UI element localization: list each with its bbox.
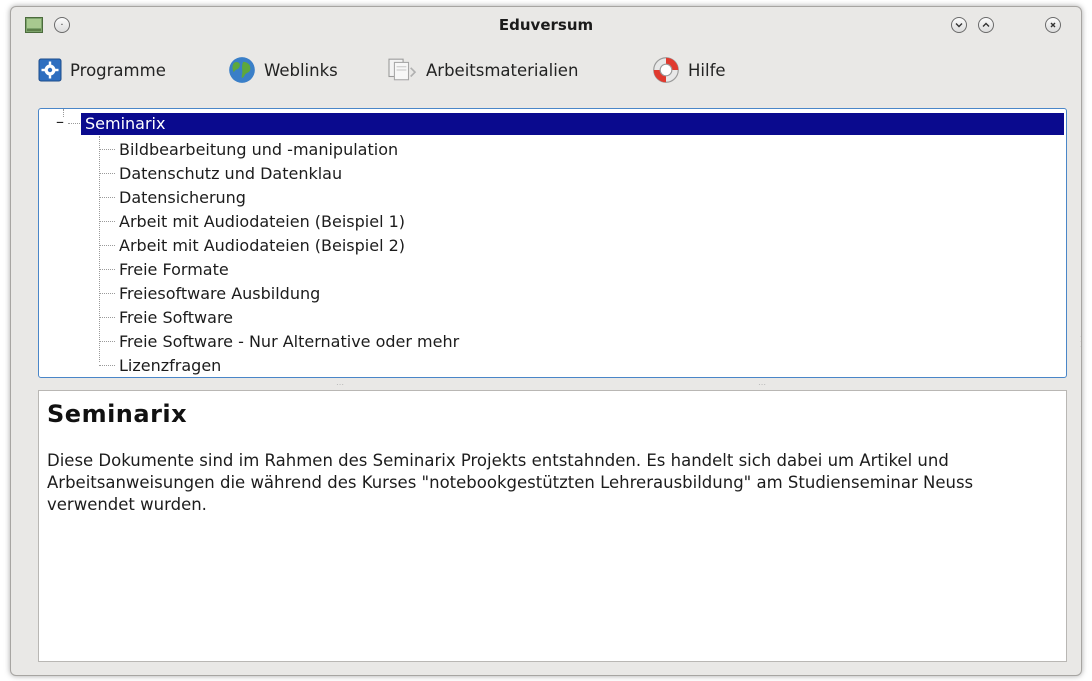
document-body: Diese Dokumente sind im Rahmen des Semin… (47, 451, 974, 514)
document-heading: Seminarix (47, 400, 188, 428)
topic-tree[interactable]: – Seminarix Bildbearbeitung und -manipul… (38, 108, 1067, 378)
tree-item-label: Freie Software - Nur Alternative oder me… (119, 331, 460, 351)
resize-grip-icon[interactable]: ··· (1080, 334, 1081, 351)
tree-item[interactable]: Freie Formate (99, 257, 229, 281)
chevron-down-icon (955, 23, 963, 28)
menu-arbeitsmaterialien-label: Arbeitsmaterialien (426, 60, 579, 80)
menu-weblinks-label: Weblinks (264, 60, 338, 80)
tree-item-label: Freiesoftware Ausbildung (119, 283, 321, 303)
menu-programme-label: Programme (70, 60, 166, 80)
close-icon (1050, 22, 1056, 28)
tree-item[interactable]: Datenschutz und Datenklau (99, 161, 342, 185)
close-button[interactable] (1045, 17, 1061, 33)
splitter-grip-icon: ⋯ (336, 380, 345, 389)
lifebuoy-icon (653, 57, 679, 83)
tree-item[interactable]: Bildbearbeitung und -manipulation (99, 137, 398, 161)
tree-item[interactable]: Arbeit mit Audiodateien (Beispiel 1) (99, 209, 405, 233)
tree-item-label: Arbeit mit Audiodateien (Beispiel 2) (119, 235, 406, 255)
tree-item-label: Datenschutz und Datenklau (119, 163, 343, 183)
menu-bar: Programme Weblinks Arbeitsmaterialien Hi… (11, 55, 1081, 85)
tree-item[interactable]: Arbeit mit Audiodateien (Beispiel 2) (99, 233, 405, 257)
tree-item-label: Lizenzfragen (119, 355, 222, 375)
tree-item[interactable]: Lizenzfragen (99, 353, 221, 377)
collapse-toggle[interactable]: – (56, 113, 70, 131)
tree-item-seminarix[interactable]: Seminarix (81, 113, 1064, 135)
menu-hilfe-label: Hilfe (688, 60, 726, 80)
gear-settings-icon (38, 58, 62, 82)
documents-icon (388, 58, 417, 81)
tree-item[interactable]: Freiesoftware Ausbildung (99, 281, 320, 305)
globe-icon (229, 57, 255, 83)
minimize-button[interactable] (951, 17, 967, 33)
tree-item-label: Bildbearbeitung und -manipulation (119, 139, 399, 159)
tree-item-label: Arbeit mit Audiodateien (Beispiel 1) (119, 211, 406, 231)
menu-programme[interactable]: Programme (38, 55, 166, 85)
menu-arbeitsmaterialien[interactable]: Arbeitsmaterialien (386, 55, 578, 85)
tree-item[interactable]: Datensicherung (99, 185, 246, 209)
tree-item-label: Freie Software (119, 307, 234, 327)
menu-hilfe[interactable]: Hilfe (652, 55, 726, 85)
tree-item-label: Datensicherung (119, 187, 246, 207)
menu-weblinks[interactable]: Weblinks (228, 55, 338, 85)
document-view[interactable]: Seminarix Diese Dokumente sind im Rahmen… (38, 390, 1067, 662)
pane-splitter[interactable]: ⋯ ⋯ (38, 379, 1067, 389)
chevron-up-icon (982, 22, 990, 27)
maximize-button[interactable] (978, 17, 994, 33)
splitter-grip-icon: ⋯ (758, 380, 767, 389)
window-title: Eduversum (498, 16, 594, 34)
tree-item-label: Freie Formate (119, 259, 229, 279)
title-bar[interactable]: · Eduversum (11, 7, 1081, 43)
tree-item[interactable]: Freie Software (99, 305, 233, 329)
tree-item[interactable]: Freie Software - Nur Alternative oder me… (99, 329, 459, 353)
app-window: · Eduversum Programme Weblinks Arbeitsma… (10, 6, 1082, 676)
